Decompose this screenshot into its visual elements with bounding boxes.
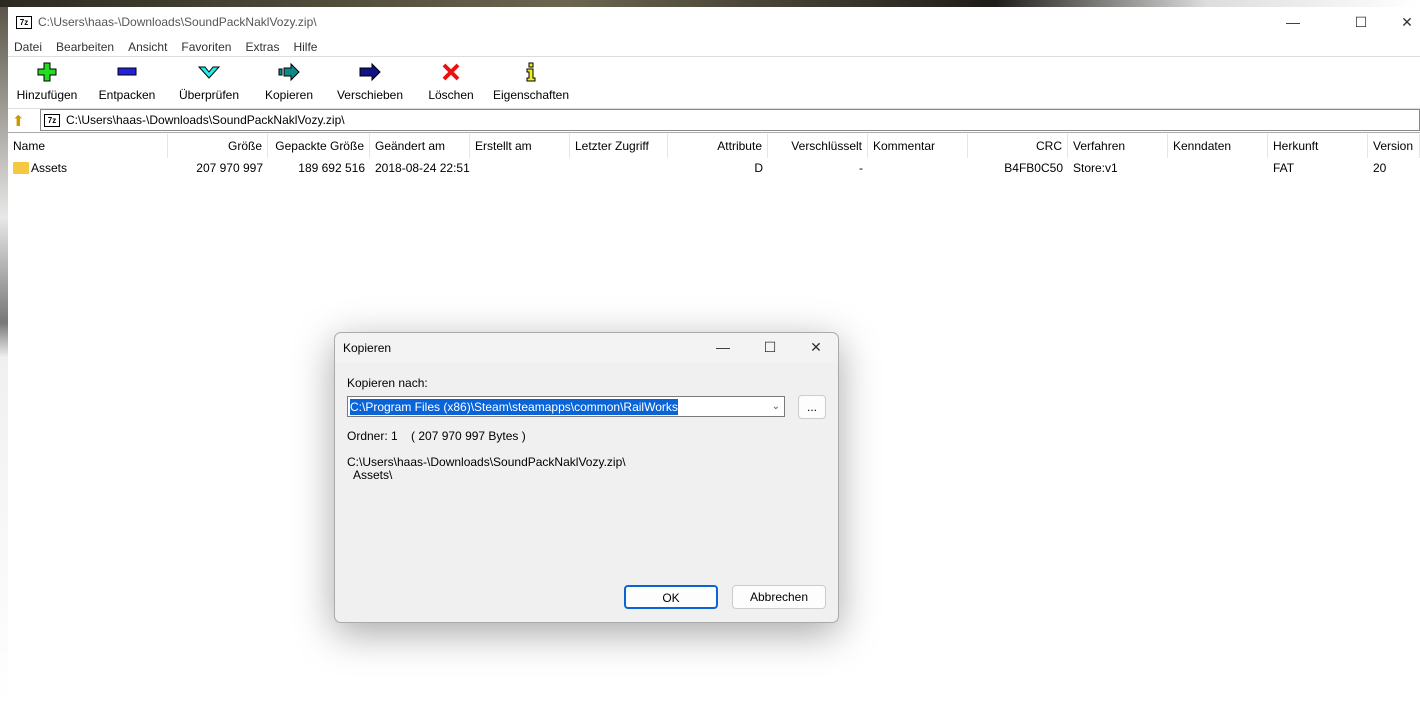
info-icon bbox=[526, 62, 536, 82]
address-input[interactable]: 7z C:\Users\haas-\Downloads\SoundPackNak… bbox=[40, 109, 1420, 131]
col-comment[interactable]: Kommentar bbox=[868, 134, 968, 158]
col-size[interactable]: Größe bbox=[168, 134, 268, 158]
col-attributes[interactable]: Attribute bbox=[668, 134, 768, 158]
add-button[interactable]: Hinzufügen bbox=[8, 57, 86, 109]
menu-hilfe[interactable]: Hilfe bbox=[293, 40, 317, 54]
col-packed-size[interactable]: Gepackte Größe bbox=[268, 134, 370, 158]
close-button[interactable]: ✕ bbox=[1384, 7, 1420, 37]
table-row[interactable]: Assets 207 970 997 189 692 516 2018-08-2… bbox=[8, 158, 1420, 178]
cancel-button[interactable]: Abbrechen bbox=[732, 585, 826, 609]
maximize-button[interactable]: ☐ bbox=[1338, 7, 1384, 37]
dialog-close-button[interactable]: ✕ bbox=[793, 333, 839, 361]
folder-icon bbox=[13, 162, 29, 174]
title-bar: 7z C:\Users\haas-\Downloads\SoundPackNak… bbox=[8, 7, 1420, 37]
properties-button[interactable]: Eigenschaften bbox=[490, 57, 572, 109]
col-host-os[interactable]: Herkunft bbox=[1268, 134, 1368, 158]
dialog-maximize-button[interactable]: ☐ bbox=[747, 333, 793, 361]
browse-button[interactable]: ... bbox=[798, 395, 826, 419]
dialog-minimize-button[interactable]: — bbox=[700, 333, 746, 361]
destination-combobox[interactable]: C:\Program Files (x86)\Steam\steamapps\c… bbox=[347, 396, 785, 417]
chevron-down-icon[interactable]: ⌄ bbox=[772, 401, 780, 412]
col-version[interactable]: Version bbox=[1368, 134, 1420, 158]
copy-arrow-icon bbox=[278, 62, 300, 82]
window-title: C:\Users\haas-\Downloads\SoundPackNaklVo… bbox=[38, 15, 317, 29]
col-encrypted[interactable]: Verschlüsselt bbox=[768, 134, 868, 158]
col-modified[interactable]: Geändert am bbox=[370, 134, 470, 158]
col-accessed[interactable]: Letzter Zugriff bbox=[570, 134, 668, 158]
desktop-background-left bbox=[0, 7, 8, 708]
minus-icon bbox=[117, 67, 137, 76]
copy-dialog: Kopieren — ☐ ✕ Kopieren nach: C:\Program… bbox=[334, 332, 839, 623]
source-item: Assets\ bbox=[353, 468, 393, 482]
col-crc[interactable]: CRC bbox=[968, 134, 1068, 158]
col-characteristics[interactable]: Kenndaten bbox=[1168, 134, 1268, 158]
move-arrow-icon bbox=[359, 62, 381, 82]
menu-favoriten[interactable]: Favoriten bbox=[181, 40, 231, 54]
toolbar: Hinzufügen Entpacken Überprüfen Kopieren… bbox=[8, 57, 1420, 109]
menu-extras[interactable]: Extras bbox=[245, 40, 279, 54]
plus-icon bbox=[37, 62, 57, 82]
check-icon bbox=[198, 66, 220, 79]
desktop-background bbox=[0, 0, 1420, 7]
col-name[interactable]: Name bbox=[8, 134, 168, 158]
test-button[interactable]: Überprüfen bbox=[168, 57, 250, 109]
app-icon: 7z bbox=[16, 15, 32, 29]
col-method[interactable]: Verfahren bbox=[1068, 134, 1168, 158]
up-folder-icon[interactable]: ⬆ bbox=[12, 112, 25, 130]
col-created[interactable]: Erstellt am bbox=[470, 134, 570, 158]
menu-datei[interactable]: Datei bbox=[14, 40, 42, 54]
delete-x-icon bbox=[442, 63, 460, 81]
menu-bar: Datei Bearbeiten Ansicht Favoriten Extra… bbox=[8, 37, 1420, 57]
archive-icon: 7z bbox=[44, 113, 60, 127]
folder-info: Ordner: 1 ( 207 970 997 Bytes ) bbox=[347, 429, 526, 443]
source-path: C:\Users\haas-\Downloads\SoundPackNaklVo… bbox=[347, 455, 626, 469]
menu-bearbeiten[interactable]: Bearbeiten bbox=[56, 40, 114, 54]
column-header: Name Größe Gepackte Größe Geändert am Er… bbox=[8, 134, 1420, 158]
delete-button[interactable]: Löschen bbox=[412, 57, 490, 109]
menu-ansicht[interactable]: Ansicht bbox=[128, 40, 167, 54]
move-button[interactable]: Verschieben bbox=[328, 57, 412, 109]
extract-button[interactable]: Entpacken bbox=[86, 57, 168, 109]
ok-button[interactable]: OK bbox=[624, 585, 718, 609]
destination-label: Kopieren nach: bbox=[347, 376, 428, 390]
copy-button[interactable]: Kopieren bbox=[250, 57, 328, 109]
minimize-button[interactable]: — bbox=[1270, 7, 1316, 37]
